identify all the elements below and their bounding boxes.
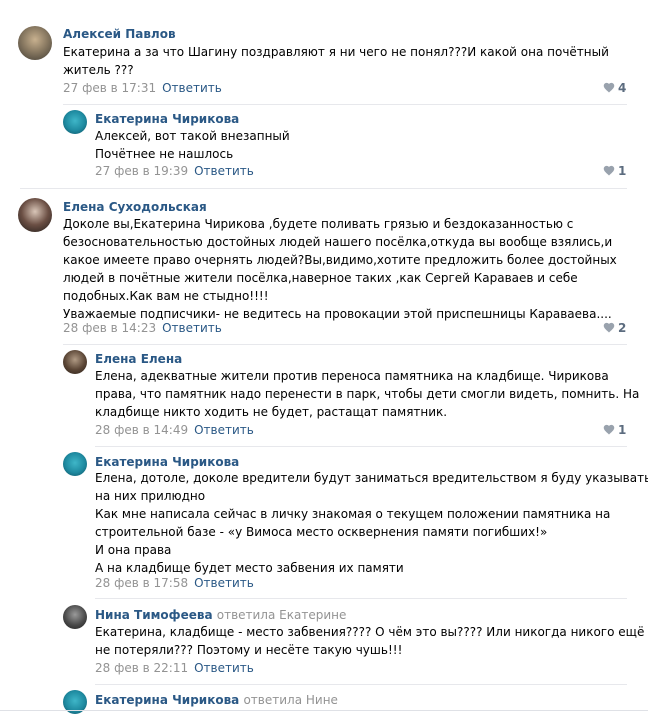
like-count: 2 [618, 321, 627, 335]
comment-author[interactable]: Елена Суходольская [63, 200, 207, 214]
comment-author-name[interactable]: Екатерина Чирикова [95, 693, 239, 707]
reply-button[interactable]: Ответить [162, 321, 222, 335]
comment-text: Доколе вы,Екатерина Чирикова ,будете пол… [63, 215, 617, 323]
like-count: 1 [618, 164, 627, 178]
comment-meta: 27 фев в 17:31 Ответить [63, 81, 222, 95]
comment-meta: 27 фев в 19:39 Ответить [95, 164, 254, 178]
like-button[interactable]: 2 [603, 321, 626, 335]
reply-to-label[interactable]: ответила Нине [243, 693, 337, 707]
like-button[interactable]: 1 [603, 423, 626, 437]
like-count: 4 [618, 81, 627, 95]
comment-date[interactable]: 28 фев в 22:11 [95, 661, 188, 675]
comment-author-name[interactable]: Нина Тимофеева [95, 608, 213, 622]
comment-line: Алексей, вот такой внезапный [95, 129, 290, 143]
comment-meta: 28 фев в 14:49 Ответить [95, 423, 254, 437]
comment-text: Екатерина а за что Шагину поздравляют я … [63, 43, 609, 79]
comment-line: житель ??? [63, 63, 134, 77]
comment-line: права, что памятник надо перенести в пар… [95, 387, 640, 401]
comment-line: Почётнее не нашлось [95, 147, 234, 161]
comment-date[interactable]: 28 фев в 14:23 [63, 321, 156, 335]
reply-button[interactable]: Ответить [194, 661, 254, 675]
reply-to-label[interactable]: ответила Екатерине [217, 608, 347, 622]
avatar[interactable] [18, 26, 52, 60]
comment-date[interactable]: 27 фев в 19:39 [95, 164, 188, 178]
heart-icon [603, 322, 615, 333]
comment-line: А на кладбище будет место забвения их па… [95, 561, 404, 575]
comment-line: какое имеете право очернять людей?Вы,вид… [63, 253, 617, 267]
divider [63, 104, 627, 105]
divider [0, 710, 648, 711]
like-button[interactable]: 1 [603, 164, 626, 178]
avatar[interactable] [63, 350, 87, 374]
comment-line: людей в почётные жители посёлка,наверное… [63, 271, 578, 285]
divider [63, 344, 627, 345]
divider [20, 188, 627, 189]
comment-author[interactable]: Нина Тимофеева ответила Екатерине [95, 608, 346, 622]
like-count: 1 [618, 423, 627, 437]
heart-icon [603, 82, 615, 93]
avatar[interactable] [63, 110, 87, 134]
reply-button[interactable]: Ответить [194, 576, 254, 590]
comment-text: Алексей, вот такой внезапный Почётнее не… [95, 127, 290, 163]
avatar[interactable] [18, 198, 52, 232]
comment-line: И она права [95, 543, 172, 557]
comment-line: Екатерина, кладбище - место забвения????… [95, 625, 645, 639]
comment-author[interactable]: Екатерина Чирикова [95, 112, 239, 126]
heart-icon [603, 424, 615, 435]
reply-button[interactable]: Ответить [194, 164, 254, 178]
comment-line: Как мне написала сейчас в личку знакомая… [95, 507, 611, 521]
comment-text: Елена, адекватные жители против переноса… [95, 367, 639, 421]
comment-author[interactable]: Елена Елена [95, 352, 182, 366]
comment-line: Доколе вы,Екатерина Чирикова ,будете пол… [63, 217, 574, 231]
comment-line: Елена, дотоле, доколе вредители будут за… [95, 471, 648, 485]
reply-button[interactable]: Ответить [162, 81, 222, 95]
heart-icon [603, 165, 615, 176]
comment-author[interactable]: Екатерина Чирикова ответила Нине [95, 693, 338, 707]
comment-date[interactable]: 28 фев в 17:58 [95, 576, 188, 590]
comment-line: кладбище никто ходить не будет, растащат… [95, 405, 448, 419]
reply-button[interactable]: Ответить [194, 423, 254, 437]
comment-line: строительной базе - «у Вимоса место оскв… [95, 525, 548, 539]
comment-text: Екатерина, кладбище - место забвения????… [95, 623, 644, 659]
divider [95, 598, 627, 599]
comment-line: Екатерина а за что Шагину поздравляют я … [63, 45, 609, 59]
comment-date[interactable]: 28 фев в 14:49 [95, 423, 188, 437]
comment-date[interactable]: 27 фев в 17:31 [63, 81, 156, 95]
comment-author[interactable]: Алексей Павлов [63, 27, 176, 41]
divider [95, 684, 627, 685]
comment-line: безосновательностью достойных людей наше… [63, 235, 613, 249]
comment-meta: 28 фев в 14:23 Ответить [63, 321, 222, 335]
avatar[interactable] [63, 605, 87, 629]
comment-text: Елена, дотоле, доколе вредители будут за… [95, 469, 648, 577]
comment-meta: 28 фев в 22:11 Ответить [95, 661, 254, 675]
comment-author[interactable]: Екатерина Чирикова [95, 455, 239, 469]
divider [95, 446, 627, 447]
comment-meta: 28 фев в 17:58 Ответить [95, 576, 254, 590]
like-button[interactable]: 4 [603, 81, 626, 95]
comment-line: не потеряли??? Поэтому и несёте такую чу… [95, 643, 403, 657]
avatar[interactable] [63, 452, 87, 476]
comment-line: Елена, адекватные жители против переноса… [95, 369, 609, 383]
comment-line: на них прилюдно [95, 489, 206, 503]
comment-line: подобных.Как вам не стыдно!!!! [63, 289, 269, 303]
